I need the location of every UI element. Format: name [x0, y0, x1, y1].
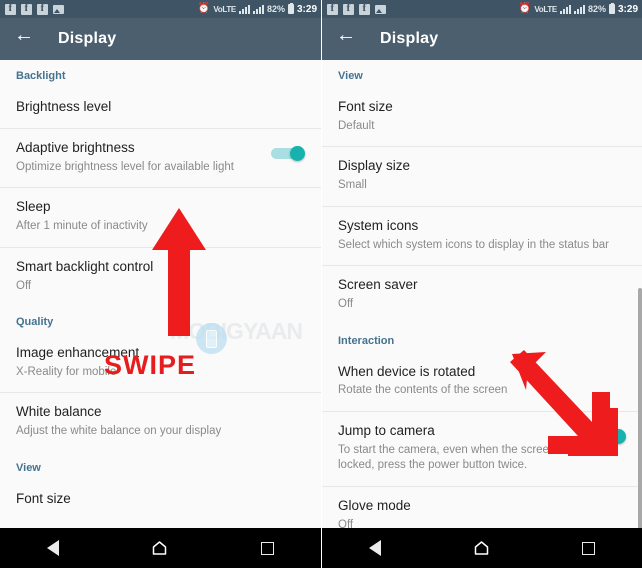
alarm-icon: ⏰	[197, 3, 211, 14]
vertical-scrollbar[interactable]	[638, 288, 642, 528]
facebook-icon	[327, 2, 338, 15]
list-item-font-size[interactable]: Font size	[0, 480, 321, 520]
status-bar-system: ⏰ VoLTE 82% 3:29	[518, 3, 638, 15]
back-arrow-icon[interactable]	[336, 25, 356, 49]
signal-bars-icon	[559, 4, 571, 14]
list-item-title: Font size	[16, 490, 71, 506]
nav-back-icon[interactable]	[46, 540, 59, 556]
app-bar: Display	[0, 18, 321, 60]
list-item-title: Image enhancement	[16, 345, 140, 361]
list-item-sleep[interactable]: Sleep After 1 minute of inactivity	[0, 187, 321, 246]
list-item-subtitle: Default	[338, 119, 375, 132]
list-item-subtitle: Off	[338, 298, 354, 311]
dual-screenshot-container: ⏰ VoLTE 82% 3:29 Display Backlight Brigh…	[0, 0, 642, 568]
settings-list-left[interactable]: Backlight Brightness level Adaptive brig…	[0, 60, 321, 528]
nav-recents-icon[interactable]	[261, 541, 275, 555]
signal-bars-icon	[238, 4, 250, 14]
signal-bars-icon	[252, 4, 264, 14]
nav-back-icon[interactable]	[368, 540, 381, 556]
status-bar: ⏰ VoLTE 82% 3:29	[0, 0, 321, 18]
app-bar: Display	[322, 18, 642, 60]
battery-percent-label: 82%	[266, 4, 285, 14]
alarm-icon: ⏰	[518, 3, 532, 14]
status-bar: ⏰ VoLTE 82% 3:29	[322, 0, 642, 18]
nav-home-icon[interactable]	[152, 541, 167, 555]
navigation-bar	[322, 528, 642, 568]
list-item-subtitle: X-Reality for mobile	[16, 365, 117, 378]
facebook-icon	[37, 2, 48, 15]
nav-recents-icon[interactable]	[582, 541, 596, 555]
section-header-backlight: Backlight	[16, 70, 66, 82]
list-item-subtitle: Off	[16, 279, 32, 292]
section-header-view: View	[338, 70, 363, 82]
list-item-subtitle: Rotate the contents of the screen	[338, 384, 508, 397]
list-item-subtitle: Adjust the white balance on your display	[16, 425, 222, 438]
facebook-icon	[21, 2, 32, 15]
list-item-title: System icons	[338, 217, 419, 233]
list-item-subtitle: Select which system icons to display in …	[338, 238, 610, 251]
battery-icon	[287, 3, 294, 14]
list-item-title: When device is rotated	[338, 363, 476, 379]
section-header-view: View	[16, 461, 41, 474]
list-item-title: Screen saver	[338, 277, 418, 293]
facebook-icon	[359, 2, 370, 15]
toggle-knob	[290, 145, 305, 161]
battery-percent-label: 82%	[587, 4, 606, 14]
list-item-title: Glove mode	[338, 497, 411, 513]
toggle-knob	[611, 428, 626, 444]
navigation-bar	[0, 528, 321, 568]
list-item-title: Smart backlight control	[16, 258, 154, 274]
back-arrow-icon[interactable]	[14, 25, 34, 49]
list-item-subtitle: Optimize brightness level for available …	[16, 160, 234, 173]
list-item-jump-to-camera[interactable]: Jump to camera To start the camera, even…	[322, 410, 642, 486]
list-item-adaptive-brightness[interactable]: Adaptive brightness Optimize brightness …	[0, 127, 321, 187]
list-item-when-device-is-rotated[interactable]: When device is rotated Rotate the conten…	[322, 353, 642, 411]
signal-bars-icon	[573, 4, 585, 14]
list-item-title: Brightness level	[16, 99, 112, 114]
list-item-brightness-level[interactable]: Brightness level	[0, 88, 321, 128]
right-phone-screen: ⏰ VoLTE 82% 3:29 Display View Font size …	[321, 0, 642, 568]
list-item-screen-saver[interactable]: Screen saver Off	[322, 265, 642, 324]
clock-label: 3:29	[617, 3, 638, 15]
list-item-subtitle: Off	[338, 518, 354, 528]
status-bar-system: ⏰ VoLTE 82% 3:29	[197, 3, 317, 15]
section-header-quality: Quality	[16, 316, 54, 329]
facebook-icon	[343, 2, 354, 15]
list-item-title: Font size	[338, 99, 393, 114]
settings-list-right[interactable]: View Font size Default Display size Smal…	[322, 60, 642, 528]
page-title: Display	[58, 30, 117, 47]
list-item-image-enhancement[interactable]: Image enhancement X-Reality for mobile	[0, 334, 321, 392]
list-item-font-size[interactable]: Font size Default	[322, 88, 642, 146]
facebook-icon	[5, 2, 16, 15]
list-item-title: Adaptive brightness	[16, 139, 135, 155]
page-title: Display	[380, 30, 439, 47]
list-item-title: Jump to camera	[338, 422, 435, 438]
photo-icon	[375, 4, 386, 14]
photo-icon	[53, 4, 64, 14]
volte-icon: VoLTE	[213, 4, 236, 14]
list-item-title: Sleep	[16, 199, 51, 215]
status-bar-notifications	[5, 2, 64, 15]
list-item-subtitle: To start the camera, even when the scree…	[338, 443, 567, 472]
list-item-subtitle: After 1 minute of inactivity	[16, 220, 148, 233]
battery-icon	[608, 3, 615, 14]
list-item-white-balance[interactable]: White balance Adjust the white balance o…	[0, 392, 321, 451]
nav-home-icon[interactable]	[474, 541, 489, 555]
list-item-smart-backlight-control[interactable]: Smart backlight control Off	[0, 246, 321, 306]
adaptive-brightness-toggle[interactable]	[271, 145, 305, 161]
clock-label: 3:29	[296, 3, 317, 15]
volte-icon: VoLTE	[534, 4, 557, 14]
left-phone-screen: ⏰ VoLTE 82% 3:29 Display Backlight Brigh…	[0, 0, 321, 568]
section-header-interaction: Interaction	[338, 334, 395, 347]
list-item-subtitle: Small	[338, 179, 367, 192]
status-bar-notifications	[327, 2, 386, 15]
list-item-title: Display size	[338, 158, 411, 174]
list-item-display-size[interactable]: Display size Small	[322, 146, 642, 205]
list-item-title: White balance	[16, 404, 102, 420]
jump-to-camera-toggle[interactable]	[592, 428, 626, 444]
list-item-glove-mode[interactable]: Glove mode Off	[322, 485, 642, 528]
list-item-system-icons[interactable]: System icons Select which system icons t…	[322, 205, 642, 265]
